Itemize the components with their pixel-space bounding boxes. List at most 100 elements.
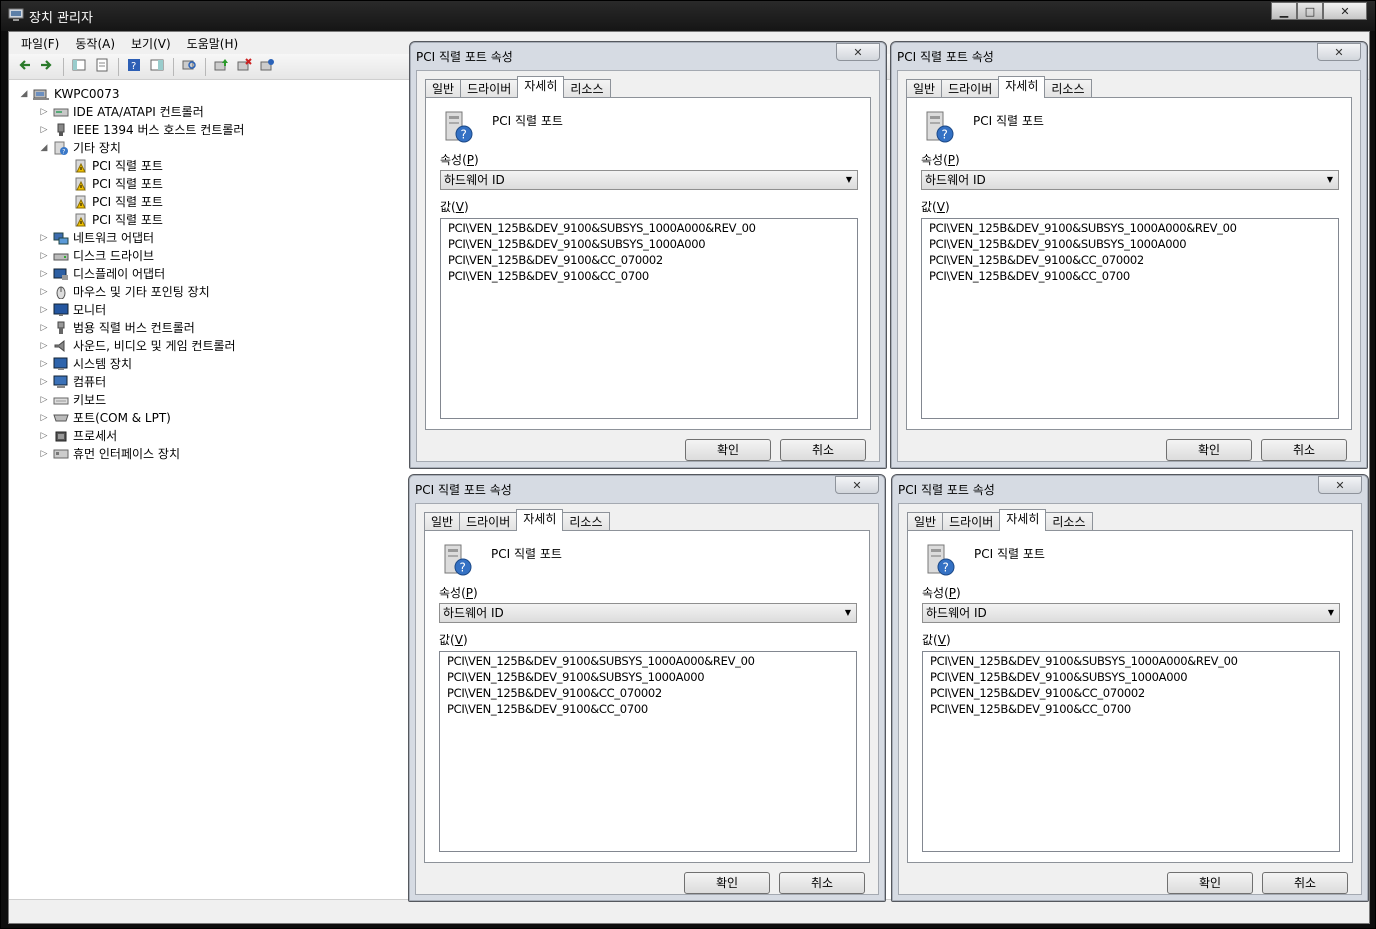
tree-item[interactable]: PCI 직렬 포트 [9,157,409,175]
menu-item-0[interactable]: 파일(F) [13,33,67,54]
value-item[interactable]: PCI\VEN_125B&DEV_9100&CC_0700 [447,701,856,717]
tab-0[interactable]: 일반 [907,512,944,531]
value-item[interactable]: PCI\VEN_125B&DEV_9100&SUBSYS_1000A000 [447,669,856,685]
value-item[interactable]: PCI\VEN_125B&DEV_9100&SUBSYS_1000A000 [448,236,857,252]
tab-3[interactable]: 리소스 [563,79,611,98]
expand-arrow-icon[interactable]: ▷ [39,265,49,283]
expand-arrow-icon[interactable]: ▷ [39,373,49,391]
property-dropdown[interactable]: 하드웨어 ID ▼ [439,603,857,623]
tree-item[interactable]: ▷ 사운드, 비디오 및 게임 컨트롤러 [9,337,409,355]
value-list[interactable]: PCI\VEN_125B&DEV_9100&SUBSYS_1000A000&RE… [440,218,858,419]
expand-arrow-icon[interactable]: ▷ [39,409,49,427]
cancel-button[interactable]: 취소 [1262,872,1348,894]
cancel-button[interactable]: 취소 [779,872,865,894]
tab-2[interactable]: 자세히 [999,509,1047,531]
value-item[interactable]: PCI\VEN_125B&DEV_9100&CC_0700 [448,268,857,284]
property-dropdown[interactable]: 하드웨어 ID ▼ [922,603,1340,623]
ok-button[interactable]: 확인 [685,439,771,461]
cancel-button[interactable]: 취소 [1261,439,1347,461]
tab-1[interactable]: 드라이버 [460,79,519,98]
tree-item[interactable]: ▷ IDE ATA/ATAPI 컨트롤러 [9,103,409,121]
tab-2[interactable]: 자세히 [517,76,565,98]
expand-arrow-icon[interactable]: ▷ [39,229,49,247]
value-list[interactable]: PCI\VEN_125B&DEV_9100&SUBSYS_1000A000&RE… [439,651,857,852]
tree-item[interactable]: PCI 직렬 포트 [9,211,409,229]
collapse-arrow-icon[interactable]: ◢ [39,139,49,157]
tree-item[interactable]: ▷ 범용 직렬 버스 컨트롤러 [9,319,409,337]
value-item[interactable]: PCI\VEN_125B&DEV_9100&CC_070002 [930,685,1339,701]
expand-arrow-icon[interactable]: ▷ [39,121,49,139]
help-button[interactable]: ? [123,57,145,77]
tree-item[interactable]: ▷ 프로세서 [9,427,409,445]
tree-item[interactable]: ▷ 키보드 [9,391,409,409]
tree-item[interactable]: ◢? 기타 장치 [9,139,409,157]
value-item[interactable]: PCI\VEN_125B&DEV_9100&SUBSYS_1000A000&RE… [930,653,1339,669]
dialog-close-button[interactable]: ✕ [1317,43,1361,61]
property-dropdown[interactable]: 하드웨어 ID ▼ [440,170,858,190]
expand-arrow-icon[interactable]: ▷ [39,337,49,355]
tree-item[interactable]: PCI 직렬 포트 [9,175,409,193]
dialog-close-button[interactable]: ✕ [1318,476,1362,494]
disable-device-button[interactable] [233,57,255,77]
value-item[interactable]: PCI\VEN_125B&DEV_9100&CC_070002 [929,252,1338,268]
tab-0[interactable]: 일반 [424,512,461,531]
tab-2[interactable]: 자세히 [516,509,564,531]
menu-item-1[interactable]: 동작(A) [67,33,123,54]
device-tree[interactable]: ◢ KWPC0073 ▷ IDE ATA/ATAPI 컨트롤러 ▷ IEEE 1394 버… [9,81,409,899]
tab-1[interactable]: 드라이버 [942,512,1001,531]
value-item[interactable]: PCI\VEN_125B&DEV_9100&SUBSYS_1000A000&RE… [448,220,857,236]
tree-item[interactable]: ▷ 모니터 [9,301,409,319]
tree-root[interactable]: ◢ KWPC0073 [9,85,409,103]
value-item[interactable]: PCI\VEN_125B&DEV_9100&CC_070002 [448,252,857,268]
value-item[interactable]: PCI\VEN_125B&DEV_9100&SUBSYS_1000A000&RE… [447,653,856,669]
scan-hardware-button[interactable] [178,57,200,77]
expand-arrow-icon[interactable]: ▷ [39,103,49,121]
tree-item[interactable]: ▷ 네트워크 어댑터 [9,229,409,247]
expand-arrow-icon[interactable]: ▷ [39,283,49,301]
tab-0[interactable]: 일반 [906,79,943,98]
back-arrow-button[interactable] [13,57,35,77]
dialog-close-button[interactable]: ✕ [835,476,879,494]
value-item[interactable]: PCI\VEN_125B&DEV_9100&CC_0700 [929,268,1338,284]
forward-arrow-button[interactable] [36,57,58,77]
tab-2[interactable]: 자세히 [998,76,1046,98]
tab-3[interactable]: 리소스 [562,512,610,531]
expand-arrow-icon[interactable]: ▷ [39,445,49,463]
close-button[interactable]: ✕ [1323,2,1367,20]
menu-item-3[interactable]: 도움말(H) [179,33,247,54]
tree-item[interactable]: ▷ 컴퓨터 [9,373,409,391]
expand-arrow-icon[interactable]: ▷ [39,247,49,265]
uninstall-device-button[interactable] [256,57,278,77]
expand-arrow-icon[interactable]: ▷ [39,319,49,337]
tree-item[interactable]: ▷ 마우스 및 기타 포인팅 장치 [9,283,409,301]
value-list[interactable]: PCI\VEN_125B&DEV_9100&SUBSYS_1000A000&RE… [922,651,1340,852]
ok-button[interactable]: 확인 [1166,439,1252,461]
properties-button[interactable] [91,57,113,77]
collapse-arrow-icon[interactable]: ◢ [19,85,29,103]
tree-item[interactable]: PCI 직렬 포트 [9,193,409,211]
value-item[interactable]: PCI\VEN_125B&DEV_9100&SUBSYS_1000A000 [930,669,1339,685]
tab-1[interactable]: 드라이버 [459,512,518,531]
property-dropdown[interactable]: 하드웨어 ID ▼ [921,170,1339,190]
expand-arrow-icon[interactable]: ▷ [39,355,49,373]
tab-3[interactable]: 리소스 [1044,79,1092,98]
value-item[interactable]: PCI\VEN_125B&DEV_9100&CC_0700 [930,701,1339,717]
expand-arrow-icon[interactable]: ▷ [39,427,49,445]
value-item[interactable]: PCI\VEN_125B&DEV_9100&CC_070002 [447,685,856,701]
cancel-button[interactable]: 취소 [780,439,866,461]
tab-0[interactable]: 일반 [425,79,462,98]
menu-item-2[interactable]: 보기(V) [123,33,179,54]
ok-button[interactable]: 확인 [1167,872,1253,894]
tree-item[interactable]: ▷ 디스플레이 어댑터 [9,265,409,283]
value-item[interactable]: PCI\VEN_125B&DEV_9100&SUBSYS_1000A000&RE… [929,220,1338,236]
tree-item[interactable]: ▷ 포트(COM & LPT) [9,409,409,427]
value-item[interactable]: PCI\VEN_125B&DEV_9100&SUBSYS_1000A000 [929,236,1338,252]
expand-arrow-icon[interactable]: ▷ [39,301,49,319]
tree-item[interactable]: ▷ IEEE 1394 버스 호스트 컨트롤러 [9,121,409,139]
maximize-button[interactable]: □ [1297,2,1323,20]
minimize-button[interactable]: ▁ [1271,2,1297,20]
ok-button[interactable]: 확인 [684,872,770,894]
tree-item[interactable]: ▷ 디스크 드라이브 [9,247,409,265]
tree-item[interactable]: ▷ 시스템 장치 [9,355,409,373]
value-list[interactable]: PCI\VEN_125B&DEV_9100&SUBSYS_1000A000&RE… [921,218,1339,419]
